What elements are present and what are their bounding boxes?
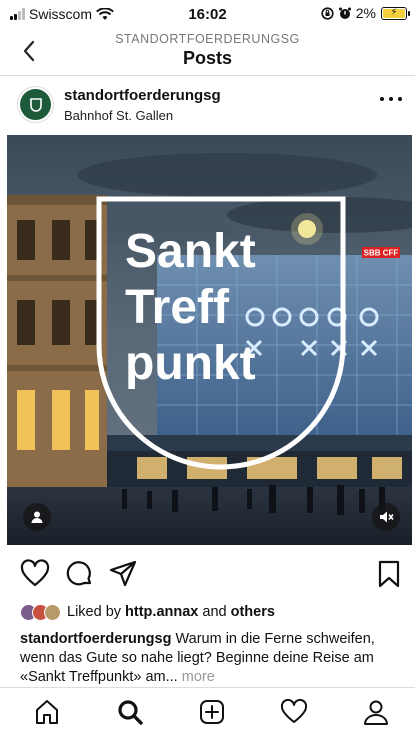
status-right: 2% ⚡	[321, 5, 410, 21]
more-options-icon[interactable]	[380, 91, 402, 107]
status-bar: Swisscom 16:02 2% ⚡	[0, 0, 415, 28]
likes-row[interactable]: Liked by http.annax and others	[20, 602, 275, 622]
post-username[interactable]: standortfoerderungsg	[64, 87, 221, 104]
battery-icon: ⚡	[381, 6, 410, 20]
shield-icon	[29, 97, 42, 112]
bottom-tab-bar	[0, 687, 415, 735]
liker-username[interactable]: http.annax	[125, 604, 198, 620]
station-photo: SBB CFF Sankt Treff punkt	[7, 135, 412, 545]
mute-icon[interactable]	[372, 503, 400, 531]
likes-others[interactable]: others	[231, 604, 275, 620]
post-location[interactable]: Bahnhof St. Gallen	[64, 108, 173, 123]
caption-ellipsis: ...	[165, 669, 182, 685]
alarm-icon	[338, 7, 351, 19]
svg-text:SBB CFF: SBB CFF	[364, 249, 399, 258]
home-icon[interactable]	[33, 698, 61, 726]
liker-avatar	[44, 603, 61, 621]
caption-username[interactable]: standortfoerderungsg	[20, 631, 171, 647]
post-image[interactable]: SBB CFF Sankt Treff punkt	[7, 135, 412, 545]
search-icon[interactable]	[116, 698, 144, 726]
post-actions	[0, 555, 415, 595]
caption-more-link[interactable]: more	[182, 669, 215, 685]
avatar-logo	[20, 89, 51, 120]
share-icon[interactable]	[108, 559, 138, 589]
charging-icon: ⚡	[390, 7, 398, 18]
battery-percent: 2%	[355, 5, 376, 21]
likes-prefix: Liked by	[67, 604, 126, 620]
bookmark-icon[interactable]	[374, 559, 404, 589]
nav-header: STANDORTFOERDERUNGSG Posts	[0, 28, 415, 76]
new-post-icon[interactable]	[198, 698, 226, 726]
profile-icon[interactable]	[362, 698, 390, 726]
image-word-3: punkt	[125, 337, 256, 390]
likes-and: and	[198, 604, 231, 620]
nav-subtitle: STANDORTFOERDERUNGSG	[115, 32, 300, 46]
liker-avatars	[20, 603, 61, 621]
page-title: Posts	[182, 48, 233, 68]
image-word-1: Sankt	[125, 225, 256, 278]
post-caption: standortfoerderungsg Warum in die Ferne …	[20, 630, 405, 687]
activity-heart-icon[interactable]	[280, 698, 308, 726]
screen-lock-icon	[321, 6, 334, 20]
comment-icon[interactable]	[64, 559, 94, 589]
post-header: standortfoerderungsg Bahnhof St. Gallen	[0, 77, 415, 135]
like-heart-icon[interactable]	[20, 559, 50, 589]
image-word-2: Treff	[125, 281, 230, 334]
tagged-users-icon[interactable]	[23, 503, 51, 531]
avatar[interactable]	[17, 86, 54, 123]
